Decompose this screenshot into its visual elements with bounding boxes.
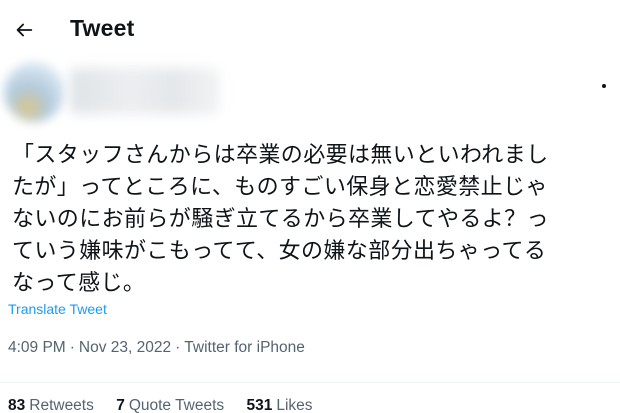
- tweet-source[interactable]: Twitter for iPhone: [184, 339, 305, 356]
- translate-tweet-link[interactable]: Translate Tweet: [8, 301, 107, 317]
- tweet-date[interactable]: Nov 23, 2022: [79, 339, 171, 356]
- back-button[interactable]: [8, 14, 40, 46]
- page-title: Tweet: [70, 15, 135, 41]
- likes-stat[interactable]: 531 Likes: [246, 397, 312, 413]
- divider: [0, 382, 620, 383]
- author-name-redacted[interactable]: [70, 68, 220, 114]
- tweet-page: Tweet 「スタッフさんからは卒業の必要は無いといわれまし たが」ってところに…: [0, 0, 620, 413]
- quotes-count: 7: [116, 397, 125, 413]
- quotes-label: Quote Tweets: [128, 397, 225, 413]
- meta-separator: ·: [69, 339, 75, 356]
- more-button[interactable]: [596, 78, 612, 94]
- author-row: [0, 58, 620, 130]
- tweet-metadata: 4:09 PM · Nov 23, 2022 · Twitter for iPhone: [8, 339, 305, 357]
- arrow-left-icon: [16, 23, 33, 37]
- engagement-stats: 83 Retweets 7 Quote Tweets 531 Likes: [8, 397, 331, 413]
- retweets-count: 83: [8, 397, 26, 413]
- likes-label: Likes: [276, 397, 313, 413]
- quote-tweets-stat[interactable]: 7 Quote Tweets: [116, 397, 224, 413]
- tweet-text: 「スタッフさんからは卒業の必要は無いといわれまし たが」ってところに、ものすごい…: [12, 143, 549, 296]
- likes-count: 531: [246, 397, 273, 413]
- retweets-label: Retweets: [29, 397, 94, 413]
- retweets-stat[interactable]: 83 Retweets: [8, 397, 94, 413]
- meta-separator: ·: [175, 339, 181, 356]
- header: Tweet: [0, 0, 620, 58]
- avatar[interactable]: [4, 62, 64, 122]
- tweet-time[interactable]: 4:09 PM: [8, 339, 66, 356]
- more-dots-icon: [602, 84, 606, 88]
